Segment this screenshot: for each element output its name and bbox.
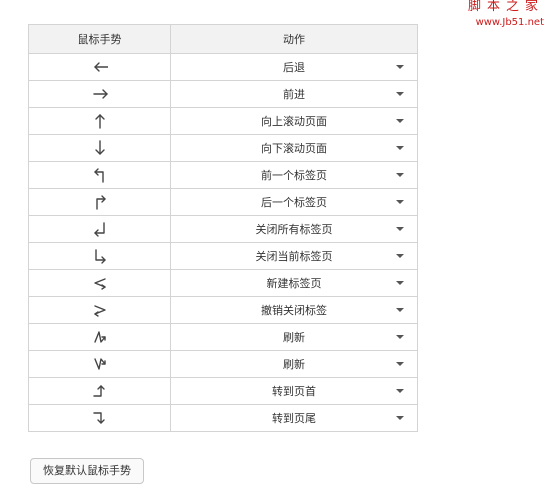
gesture-cell	[28, 377, 171, 405]
action-label: 新建标签页	[266, 277, 322, 290]
action-label: 后退	[283, 61, 305, 74]
action-label: 转到页首	[272, 385, 316, 398]
action-column-header: 动作	[170, 24, 418, 54]
table-row: 刷新	[28, 350, 418, 378]
action-label: 向上滚动页面	[261, 115, 327, 128]
action-label: 刷新	[283, 358, 305, 371]
gesture-cell	[28, 188, 171, 216]
table-row: 前一个标签页	[28, 161, 418, 189]
dropdown-caret-icon[interactable]	[396, 227, 404, 231]
restore-default-gestures-button[interactable]: 恢复默认鼠标手势	[30, 458, 144, 484]
action-label: 前进	[283, 88, 305, 101]
left-zigzag-icon	[93, 278, 106, 290]
dropdown-caret-icon[interactable]	[396, 146, 404, 150]
gesture-table: 鼠标手势 动作 后退前进向上滚动页面 向下滚动页面 前一个标签页 后一个标签页 关闭所有…	[28, 24, 418, 432]
action-select[interactable]: 新建标签页	[170, 269, 418, 297]
arrow-right-icon	[92, 89, 108, 99]
gesture-cell	[28, 161, 171, 189]
table-row: 转到页尾	[28, 404, 418, 432]
gesture-cell	[28, 296, 171, 324]
table-header-row: 鼠标手势 动作	[28, 24, 418, 54]
right-zigzag-icon	[93, 305, 106, 317]
action-label: 向下滚动页面	[261, 142, 327, 155]
action-select[interactable]: 前进	[170, 80, 418, 108]
table-row: 后退	[28, 53, 418, 81]
action-select[interactable]: 向下滚动页面	[170, 134, 418, 162]
gesture-cell	[28, 242, 171, 270]
site-watermark: 脚本之家 www.Jb51.net	[468, 0, 544, 28]
gesture-cell	[28, 107, 171, 135]
down-then-left-icon	[93, 222, 105, 237]
table-row: 撤销关闭标签	[28, 296, 418, 324]
table-row: 前进	[28, 80, 418, 108]
action-label: 关闭当前标签页	[255, 250, 333, 263]
gesture-cell	[28, 134, 171, 162]
gesture-cell	[28, 53, 171, 81]
up-then-right-icon	[95, 195, 106, 210]
dropdown-caret-icon[interactable]	[396, 281, 404, 285]
gesture-column-header: 鼠标手势	[28, 24, 171, 54]
dropdown-caret-icon[interactable]	[396, 92, 404, 96]
action-select[interactable]: 后退	[170, 53, 418, 81]
action-select[interactable]: 关闭当前标签页	[170, 242, 418, 270]
table-row: 向上滚动页面	[28, 107, 418, 135]
right-then-up-icon	[92, 385, 105, 397]
action-label: 前一个标签页	[261, 169, 327, 182]
dropdown-caret-icon[interactable]	[396, 389, 404, 393]
down-then-right-icon	[94, 249, 106, 264]
table-row: 新建标签页	[28, 269, 418, 297]
action-select[interactable]: 后一个标签页	[170, 188, 418, 216]
action-select[interactable]: 刷新	[170, 323, 418, 351]
action-label: 关闭所有标签页	[255, 223, 333, 236]
arrow-left-icon	[93, 62, 108, 72]
table-row: 转到页首	[28, 377, 418, 405]
right-then-down-icon	[92, 412, 105, 424]
action-select[interactable]: 关闭所有标签页	[170, 215, 418, 243]
action-select[interactable]: 撤销关闭标签	[170, 296, 418, 324]
up-then-left-icon	[93, 168, 104, 183]
table-row: 后一个标签页	[28, 188, 418, 216]
gesture-cell	[28, 323, 171, 351]
watermark-url: www.Jb51.net	[475, 17, 544, 28]
action-select[interactable]: 转到页尾	[170, 404, 418, 432]
dropdown-caret-icon[interactable]	[396, 308, 404, 312]
gesture-cell	[28, 80, 171, 108]
dropdown-caret-icon[interactable]	[396, 119, 404, 123]
action-select[interactable]: 转到页首	[170, 377, 418, 405]
dropdown-caret-icon[interactable]	[396, 173, 404, 177]
action-label: 撤销关闭标签	[261, 304, 327, 317]
dropdown-caret-icon[interactable]	[396, 200, 404, 204]
gesture-cell	[28, 404, 171, 432]
arrow-down-icon	[94, 140, 105, 155]
action-label: 转到页尾	[272, 412, 316, 425]
arrow-up-icon	[94, 114, 105, 129]
gesture-cell	[28, 215, 171, 243]
dropdown-caret-icon[interactable]	[396, 254, 404, 258]
gesture-cell	[28, 350, 171, 378]
action-select[interactable]: 向上滚动页面	[170, 107, 418, 135]
table-row: 关闭当前标签页	[28, 242, 418, 270]
table-row: 刷新	[28, 323, 418, 351]
down-up-down-icon	[93, 331, 106, 343]
action-label: 刷新	[283, 331, 305, 344]
action-select[interactable]: 刷新	[170, 350, 418, 378]
dropdown-caret-icon[interactable]	[396, 65, 404, 69]
table-row: 向下滚动页面	[28, 134, 418, 162]
gesture-cell	[28, 269, 171, 297]
table-row: 关闭所有标签页	[28, 215, 418, 243]
dropdown-caret-icon[interactable]	[396, 362, 404, 366]
dropdown-caret-icon[interactable]	[396, 416, 404, 420]
watermark-site-name: 脚本之家	[467, 0, 544, 14]
up-down-up-icon	[93, 358, 106, 370]
dropdown-caret-icon[interactable]	[396, 335, 404, 339]
action-label: 后一个标签页	[261, 196, 327, 209]
action-select[interactable]: 前一个标签页	[170, 161, 418, 189]
